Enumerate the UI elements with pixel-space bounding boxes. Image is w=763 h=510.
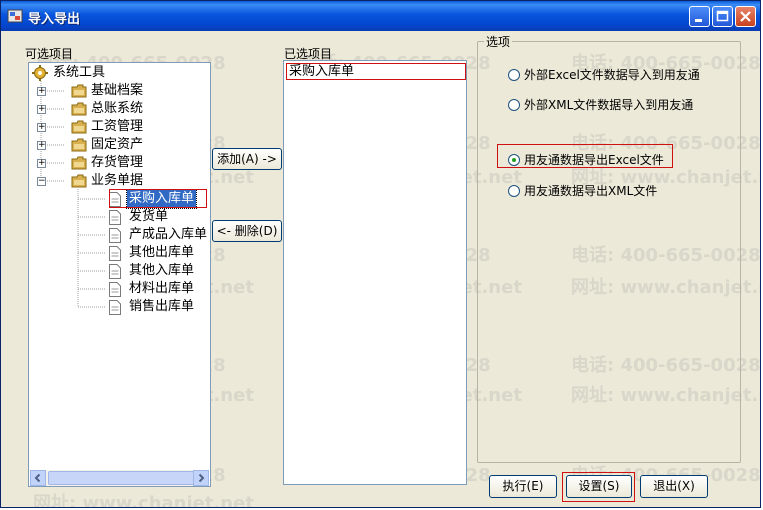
tree-folder-label: 存货管理: [91, 155, 144, 170]
scroll-thumb[interactable]: [48, 471, 198, 485]
available-items-label: 可选项目: [25, 47, 74, 61]
tree-folder-node[interactable]: + 固定资产: [29, 136, 210, 154]
document-icon: [109, 282, 121, 297]
close-button[interactable]: [735, 6, 756, 27]
radio-label: 外部XML文件数据导入到用友通: [524, 98, 694, 112]
folder-icon: [71, 102, 87, 116]
tree-leaf-label: 销售出库单: [129, 299, 195, 314]
document-icon: [109, 300, 121, 315]
selected-items-list[interactable]: 采购入库单: [283, 60, 467, 485]
system-tools-icon: [32, 65, 48, 81]
tree-leaf-label: 产成品入库单: [129, 227, 208, 242]
options-label: 选项: [484, 33, 513, 50]
tree-folder-node[interactable]: + 总账系统: [29, 100, 210, 118]
radio-label: 用友通数据导出XML文件: [524, 184, 658, 198]
expand-plus-icon[interactable]: +: [37, 105, 46, 114]
expand-plus-icon[interactable]: +: [37, 159, 46, 168]
tree-root-label: 系统工具: [53, 65, 106, 80]
tree-folder-node[interactable]: + 存货管理: [29, 154, 210, 172]
selected-leaf-highlight: [109, 189, 207, 208]
minimize-button[interactable]: [689, 6, 710, 27]
tree-horizontal-scrollbar[interactable]: [30, 470, 209, 486]
radio-button-icon[interactable]: [508, 99, 520, 111]
tree-folder-node[interactable]: + 基础档案: [29, 82, 210, 100]
collapse-minus-icon[interactable]: −: [37, 177, 46, 186]
chevron-right-icon: [198, 473, 205, 483]
available-items-tree[interactable]: 系统工具 + 基础档案 + 总账系统 + 工资管理 + 固定资产 + 存货管理: [28, 62, 211, 487]
document-icon: [109, 264, 121, 279]
add-button[interactable]: 添加(A) ->: [212, 148, 282, 170]
scroll-right-button[interactable]: [193, 470, 209, 486]
document-icon: [109, 228, 121, 243]
tree-leaf-label: 发货单: [129, 209, 169, 224]
execute-button[interactable]: 执行(E): [489, 475, 557, 498]
radio-button-icon[interactable]: [508, 185, 520, 197]
folder-icon: [71, 156, 87, 170]
tree-folder-label: 总账系统: [91, 101, 144, 116]
tree-folder-node[interactable]: + 工资管理: [29, 118, 210, 136]
radio-label: 外部Excel文件数据导入到用友通: [524, 68, 700, 82]
expand-plus-icon[interactable]: +: [37, 123, 46, 132]
expand-plus-icon[interactable]: +: [37, 141, 46, 150]
tree-folder-label: 基础档案: [91, 83, 144, 98]
minimize-icon: [695, 19, 702, 22]
remove-button[interactable]: <- 删除(D): [212, 220, 282, 242]
tree-folder-label: 固定资产: [91, 137, 144, 152]
tree-leaf-label: 材料出库单: [129, 281, 195, 296]
folder-icon: [71, 120, 87, 134]
import-export-window: 导入导出 电话: 400-665-0028 电话: 400-665-0028 电…: [0, 0, 761, 508]
title-bar[interactable]: 导入导出: [1, 1, 760, 31]
selected-list-item[interactable]: 采购入库单: [286, 63, 466, 80]
chevron-left-icon: [34, 473, 41, 483]
close-icon: [740, 11, 751, 22]
folder-icon: [71, 138, 87, 152]
tree-leaf-label: 其他入库单: [129, 263, 195, 278]
settings-highlight: [562, 472, 635, 502]
tree-folder-node-expanded[interactable]: − 业务单据: [29, 172, 210, 190]
exit-button[interactable]: 退出(X): [640, 475, 708, 498]
folder-open-icon: [71, 174, 87, 188]
window-title: 导入导出: [28, 12, 81, 27]
tree-leaf-label: 其他出库单: [129, 245, 195, 260]
document-icon: [109, 246, 121, 261]
radio-button-icon[interactable]: [508, 69, 520, 81]
watermark-url: 网址: www.chanjet.net: [33, 493, 254, 508]
tree-folder-label: 业务单据: [91, 173, 144, 188]
tree-folder-label: 工资管理: [91, 119, 144, 134]
folder-icon: [71, 84, 87, 98]
export-excel-highlight: [497, 144, 673, 168]
app-icon: [7, 9, 23, 23]
maximize-button[interactable]: [712, 6, 733, 27]
expand-plus-icon[interactable]: +: [37, 87, 46, 96]
scroll-left-button[interactable]: [30, 470, 46, 486]
maximize-icon: [716, 10, 729, 22]
document-icon: [109, 210, 121, 225]
